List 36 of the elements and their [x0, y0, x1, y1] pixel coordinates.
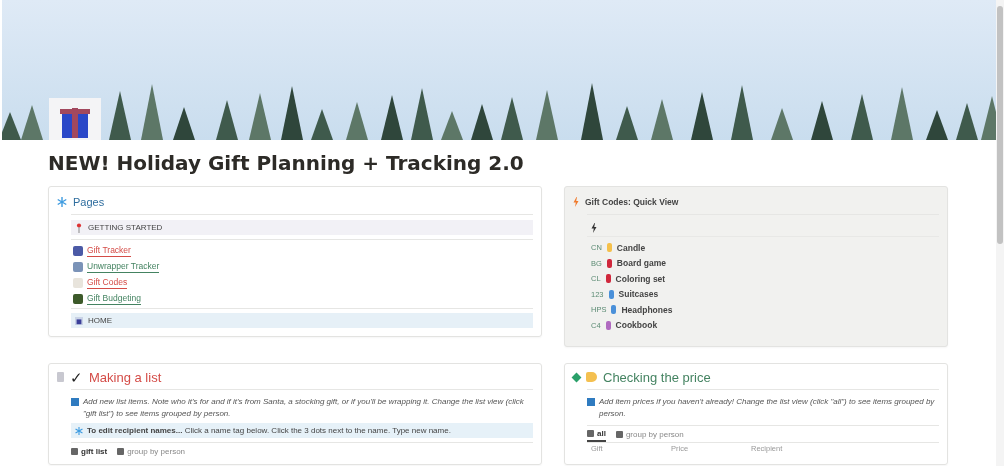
- view-tab[interactable]: group by person: [615, 428, 684, 441]
- gift-box-icon: [49, 98, 101, 140]
- lightning-icon: [573, 197, 579, 207]
- price-tag-icon: [586, 372, 597, 382]
- lightning-icon: [591, 223, 597, 233]
- section-heading: Pages: [73, 196, 105, 208]
- instruction-text: Add item prices if you haven't already! Change the list view (click "all") to see items grouped by person.: [599, 396, 936, 420]
- page-link[interactable]: Gift Budgeting: [87, 293, 141, 305]
- view-tab[interactable]: group by person: [117, 444, 186, 458]
- gift-code-link[interactable]: Board game: [616, 258, 666, 269]
- section-heading: Checking the price: [603, 369, 711, 385]
- section-heading: Gift Codes: Quick View: [585, 197, 679, 207]
- page-title: NEW! Holiday Gift Planning + Tracking 2.0: [48, 150, 525, 177]
- house-icon: [75, 315, 83, 326]
- gift-code-link[interactable]: Suitcases: [618, 289, 659, 300]
- snowflake-icon: [75, 426, 83, 435]
- gift-code-link[interactable]: Coloring set: [615, 273, 666, 284]
- info-icon: [587, 398, 595, 406]
- checkmark: ✓: [70, 369, 83, 385]
- snowflake-icon: [57, 197, 67, 207]
- view-tab[interactable]: gift list: [71, 444, 108, 458]
- gift-code-link[interactable]: Headphones: [621, 304, 673, 315]
- page-link[interactable]: Gift Tracker: [87, 245, 131, 257]
- gift-code-link[interactable]: Candle: [616, 242, 646, 253]
- page-link[interactable]: Gift Codes: [87, 277, 128, 289]
- pin-icon: [75, 222, 83, 233]
- getting-started-link[interactable]: GETTING STARTED: [71, 220, 533, 235]
- instruction-text: Add new list items. Note who it's for and if it's from Santa, a stocking gift, or if you'll be wrapping it. Change the list view (click "gift list") to see items grouped by person.: [83, 396, 525, 420]
- tip-text: To edit recipient names... Click a name tag below. Click the 3 dots next to the name. Type new name.: [87, 426, 451, 435]
- info-icon: [71, 398, 79, 406]
- page-link[interactable]: Unwrapper Tracker: [87, 261, 160, 273]
- view-tab[interactable]: all: [587, 427, 606, 442]
- home-link[interactable]: HOME: [71, 313, 533, 328]
- document-icon: [57, 372, 64, 382]
- section-heading: Making a list: [89, 369, 162, 385]
- gift-code-link[interactable]: Cookbook: [615, 320, 658, 331]
